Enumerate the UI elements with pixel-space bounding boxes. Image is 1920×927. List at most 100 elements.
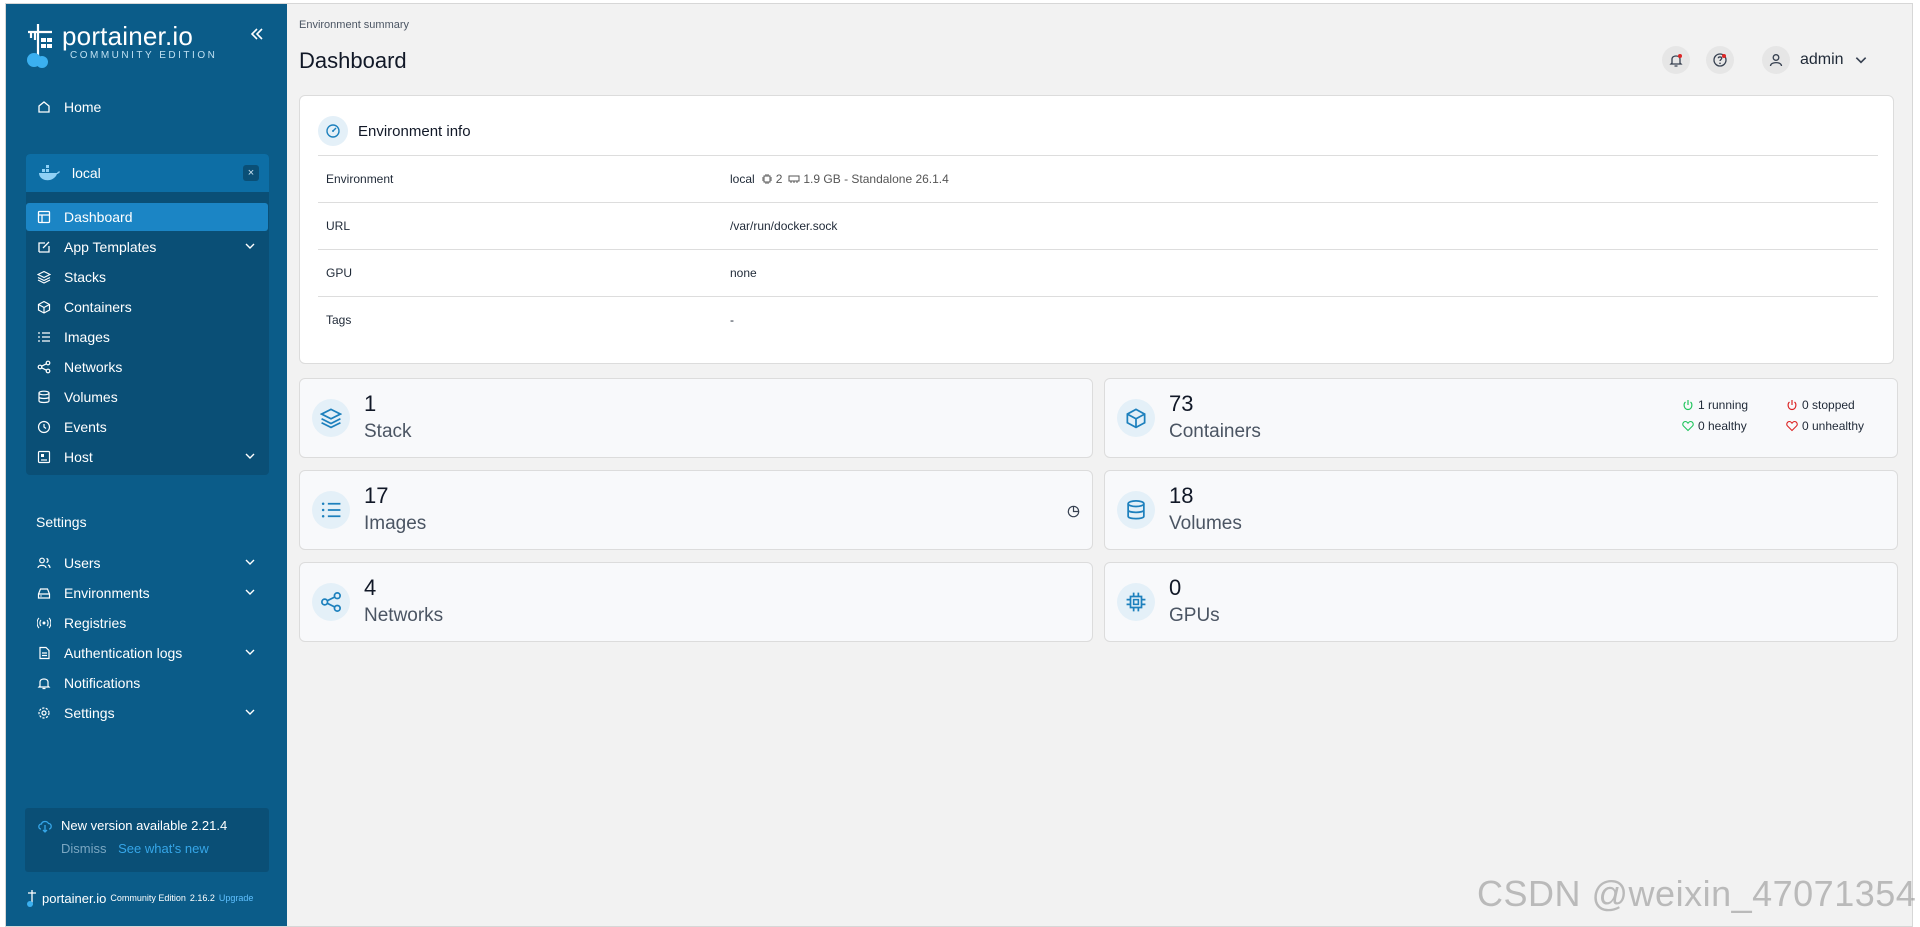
upgrade-link[interactable]: Upgrade: [219, 893, 254, 903]
dismiss-update-link[interactable]: Dismiss: [61, 841, 107, 856]
sidebar-item-host[interactable]: Host: [26, 443, 268, 471]
sidebar-item-home[interactable]: Home: [26, 93, 268, 121]
sidebar-item-networks[interactable]: Networks: [26, 353, 268, 381]
sidebar-item-label: Volumes: [64, 389, 118, 405]
sidebar-item-images[interactable]: Images: [26, 323, 268, 351]
sidebar-item-label: Home: [64, 99, 102, 115]
row-key: Tags: [326, 313, 352, 327]
sidebar-item-label: Users: [64, 555, 101, 571]
sidebar-item-label: Images: [64, 329, 110, 345]
username: admin: [1800, 51, 1844, 68]
volumes-stat-card[interactable]: 18 Volumes: [1104, 470, 1898, 550]
stacks-label: Stack: [364, 421, 412, 442]
share-icon: [312, 583, 350, 621]
containers-stat-card[interactable]: 73 Containers 1 running 0 stopped 0 heal…: [1104, 378, 1898, 458]
sidebar-item-containers[interactable]: Containers: [26, 293, 268, 321]
row-key: URL: [326, 219, 351, 233]
sidebar-item-label: Authentication logs: [64, 645, 183, 661]
images-label: Images: [364, 513, 427, 534]
sidebar-item-stacks[interactable]: Stacks: [26, 263, 268, 291]
sidebar-item-label: Networks: [64, 359, 123, 375]
sidebar-item-environments[interactable]: Environments: [26, 579, 268, 607]
whats-new-link[interactable]: See what's new: [118, 841, 209, 856]
environment-info-title: Environment info: [358, 122, 471, 140]
sidebar-item-label: Notifications: [64, 675, 141, 691]
healthy-status: 0 healthy: [1682, 419, 1747, 433]
images-count: 17: [364, 483, 389, 508]
row-key: GPU: [326, 266, 353, 280]
logo[interactable]: portainer.io COMMUNITY EDITION: [22, 22, 217, 68]
sidebar-item-authentication-logs[interactable]: Authentication logs: [26, 639, 268, 667]
table-row: URL /var/run/docker.sock: [318, 202, 1878, 249]
stopped-status: 0 stopped: [1786, 398, 1855, 412]
sidebar-item-settings[interactable]: Settings: [26, 699, 268, 727]
layers-icon: [312, 399, 350, 437]
volumes-label: Volumes: [1169, 513, 1242, 534]
sidebar-item-volumes[interactable]: Volumes: [26, 383, 268, 411]
server-icon: [36, 449, 52, 465]
cpu-count: 2: [775, 172, 783, 186]
database-icon: [1117, 491, 1155, 529]
clock-icon: [36, 419, 52, 435]
sidebar-item-label: Host: [64, 449, 93, 465]
avatar[interactable]: [1762, 46, 1790, 74]
edit-icon: [36, 239, 52, 255]
sidebar-item-app-templates[interactable]: App Templates: [26, 233, 268, 261]
healthy-count: 0 healthy: [1698, 419, 1747, 433]
environment-name: local: [72, 165, 101, 181]
user-menu[interactable]: admin: [1762, 46, 1868, 74]
chevron-down-icon: [1855, 57, 1866, 64]
sidebar-item-label: Registries: [64, 615, 127, 631]
help-button[interactable]: [1706, 46, 1734, 74]
running-count: 1 running: [1698, 398, 1749, 412]
update-notice: New version available 2.21.4 Dismiss See…: [25, 808, 269, 872]
chevron-down-icon: [245, 709, 255, 715]
database-icon: [36, 389, 52, 405]
stacks-stat-card[interactable]: 1 Stack: [299, 378, 1093, 458]
sidebar-item-label: Events: [64, 419, 107, 435]
settings-section-title: Settings: [36, 514, 87, 530]
row-value: none: [730, 266, 757, 280]
gear-icon: [36, 705, 52, 721]
watermark: CSDN @weixin_47071354: [1477, 873, 1917, 914]
sidebar-item-dashboard[interactable]: Dashboard: [26, 203, 268, 231]
sidebar-item-events[interactable]: Events: [26, 413, 268, 441]
share-icon: [36, 359, 52, 375]
docker-icon: [39, 165, 60, 181]
pie-chart-icon[interactable]: [1067, 505, 1080, 518]
row-value: /var/run/docker.sock: [730, 219, 838, 233]
sidebar-item-registries[interactable]: Registries: [26, 609, 268, 637]
sidebar-item-label: Dashboard: [64, 209, 133, 225]
footer-edition: Community Edition: [110, 893, 186, 903]
notifications-button[interactable]: [1662, 46, 1690, 74]
chevron-down-icon: [245, 649, 255, 655]
table-row: Environment local 2 1.9 GB - Standalone …: [318, 155, 1878, 202]
sidebar-item-users[interactable]: Users: [26, 549, 268, 577]
file-icon: [36, 645, 52, 661]
brand-name: portainer.io: [62, 21, 194, 51]
gpus-stat-card[interactable]: 0 GPUs: [1104, 562, 1898, 642]
cpu-icon: [761, 174, 772, 184]
table-row: Tags -: [318, 296, 1878, 343]
list-icon: [36, 329, 52, 345]
networks-stat-card[interactable]: 4 Networks: [299, 562, 1093, 642]
sidebar-item-label: Stacks: [64, 269, 107, 285]
unhealthy-count: 0 unhealthy: [1802, 419, 1865, 433]
memory-info: 1.9 GB - Standalone 26.1.4: [803, 172, 949, 186]
chevron-down-icon: [245, 243, 255, 249]
sidebar-item-notifications[interactable]: Notifications: [26, 669, 268, 697]
images-stat-card[interactable]: 17 Images: [299, 470, 1093, 550]
close-environment-button[interactable]: ×: [243, 165, 259, 181]
radio-icon: [36, 615, 52, 631]
update-title: New version available 2.21.4: [61, 818, 228, 833]
sidebar-item-label: Settings: [64, 705, 115, 721]
power-icon: [1683, 400, 1693, 411]
cloud-download-icon: [38, 820, 52, 833]
gauge-icon: [318, 116, 348, 146]
home-icon: [36, 99, 52, 115]
environment-info-table: Environment local 2 1.9 GB - Standalone …: [318, 155, 1878, 343]
breadcrumb: Environment summary: [299, 19, 410, 31]
environment-header[interactable]: local ×: [26, 154, 269, 192]
collapse-sidebar-button[interactable]: [246, 26, 268, 48]
user-icon: [1769, 54, 1783, 67]
